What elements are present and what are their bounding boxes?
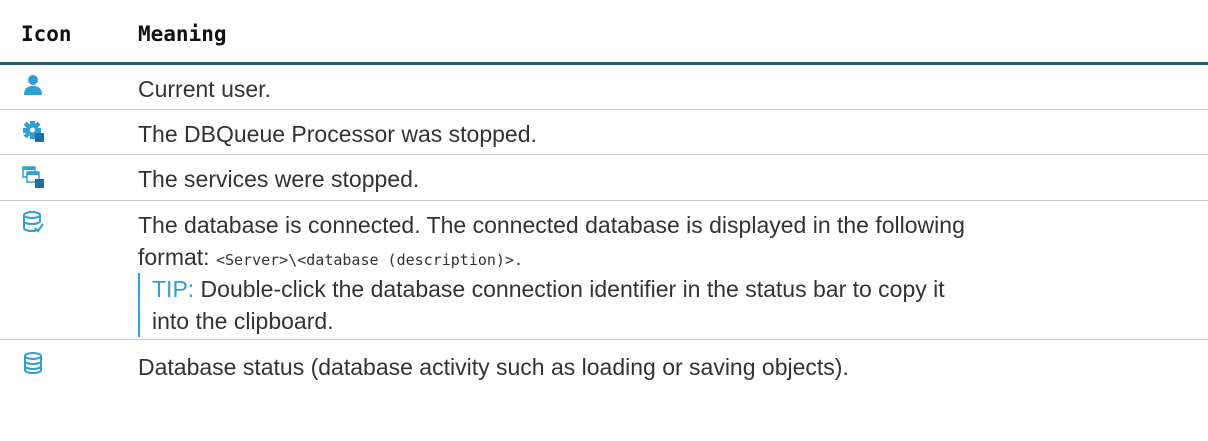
gear-stopped-icon xyxy=(23,121,44,142)
format-label: format: xyxy=(138,244,216,270)
column-header-icon: Icon xyxy=(21,22,72,46)
row-meaning-format: format: <Server>\<database (description)… xyxy=(138,241,1188,276)
row-meaning: The DBQueue Processor was stopped. xyxy=(138,121,537,147)
table-header: Icon Meaning xyxy=(0,0,1208,65)
table-row: The database is connected. The connected… xyxy=(0,201,1208,340)
icon-meaning-table: Icon Meaning Current user. The DBQueue P… xyxy=(0,0,1208,441)
format-code: <Server>\<database (description)>. xyxy=(215,251,524,269)
tip-label: TIP: xyxy=(152,276,195,302)
table-row: The services were stopped. xyxy=(0,155,1208,201)
tip-text-continued: into the clipboard. xyxy=(152,308,334,334)
column-header-meaning: Meaning xyxy=(138,22,227,46)
row-meaning: The services were stopped. xyxy=(138,166,420,192)
row-meaning-line: The database is connected. The connected… xyxy=(138,212,965,238)
table-row: The DBQueue Processor was stopped. xyxy=(0,110,1208,155)
tip-text: Double-click the database connection ide… xyxy=(194,276,945,302)
table-row: Current user. xyxy=(0,65,1208,110)
user-icon xyxy=(24,75,42,95)
table-row: Database status (database activity such … xyxy=(0,340,1208,441)
row-meaning: Current user. xyxy=(138,76,271,102)
tip-note: TIP: Double-click the database connectio… xyxy=(138,273,1188,337)
row-meaning: Database status (database activity such … xyxy=(138,354,849,380)
row-meaning: The database is connected. The connected… xyxy=(138,209,1188,276)
services-stopped-icon xyxy=(22,166,44,188)
database-connected-icon xyxy=(23,211,44,233)
database-status-icon xyxy=(24,352,42,374)
